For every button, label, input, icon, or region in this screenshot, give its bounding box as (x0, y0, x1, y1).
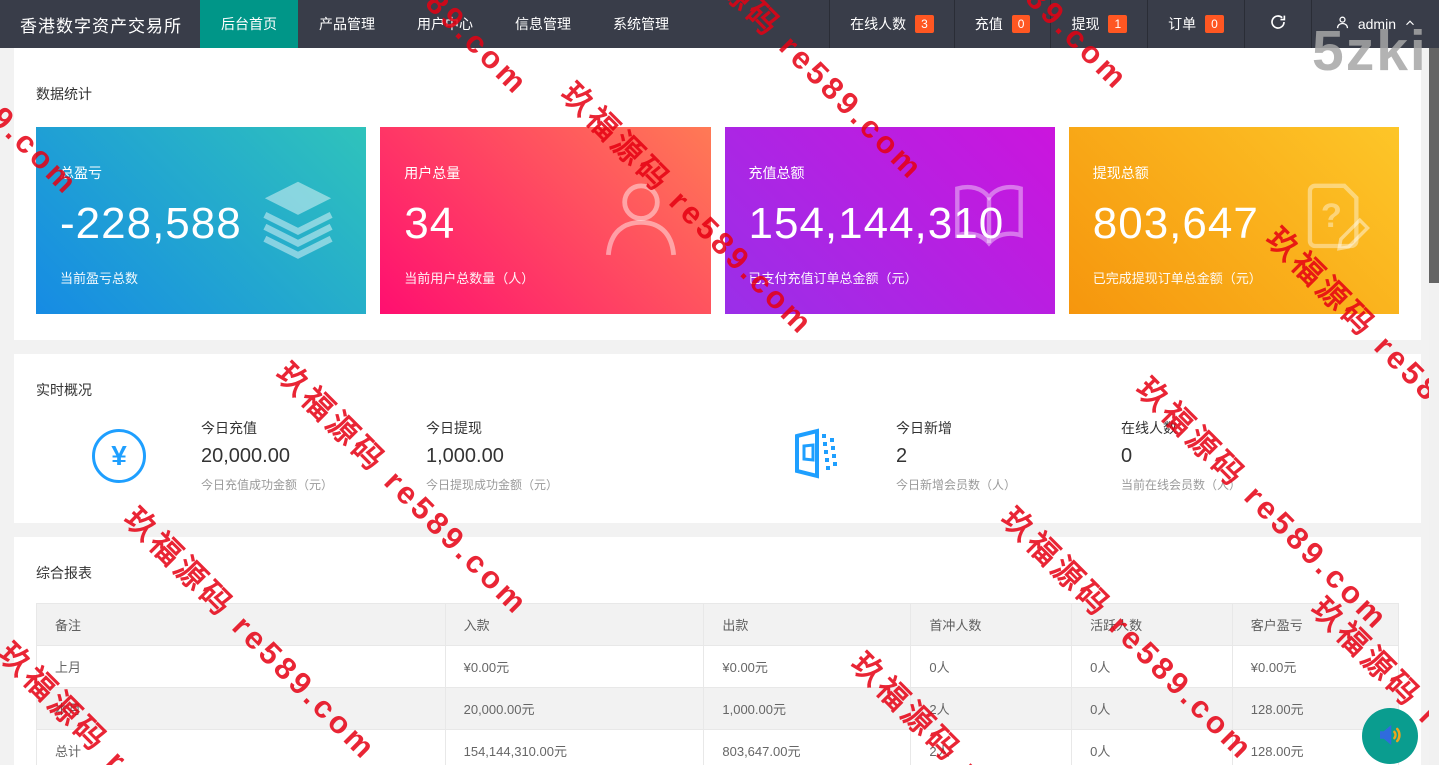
nav-status-withdraw[interactable]: 提现 1 (1050, 0, 1147, 48)
layers-icon (252, 172, 344, 269)
nav-tab-home[interactable]: 后台首页 (200, 0, 298, 48)
cell: 本月 (37, 688, 446, 730)
refresh-button[interactable] (1244, 0, 1311, 48)
cell: 2人 (911, 730, 1072, 765)
user-menu[interactable]: admin (1311, 0, 1439, 48)
cell: ¥0.00元 (445, 646, 704, 688)
report-panel-title: 综合报表 (36, 563, 1399, 583)
realtime-panel: 实时概况 ¥ 今日充值 20,000.00 今日充值成功金额（元） 今日提现 1… (14, 354, 1421, 523)
nav-right: 在线人数 3 充值 0 提现 1 订单 0 admin (829, 0, 1439, 48)
cell: 20,000.00元 (445, 688, 704, 730)
nav-tab-info[interactable]: 信息管理 (494, 0, 592, 48)
nav-tabs: 后台首页 产品管理 用户中心 信息管理 系统管理 (200, 0, 690, 48)
cell: 上月 (37, 646, 446, 688)
cell: 0人 (1072, 730, 1233, 765)
col-header: 备注 (37, 604, 446, 646)
col-header: 入款 (445, 604, 704, 646)
book-icon (945, 174, 1033, 267)
realtime-stat-withdraw: 今日提现 1,000.00 今日提现成功金额（元） (426, 418, 596, 493)
stat-cards: 总盈亏 -228,588 当前盈亏总数 用户总量 34 当前用户总数量（人） 充… (36, 127, 1399, 314)
vertical-scrollbar[interactable] (1429, 48, 1439, 765)
realtime-panel-title: 实时概况 (36, 380, 1399, 400)
nav-status-orders[interactable]: 订单 0 (1147, 0, 1244, 48)
scrollbar-thumb[interactable] (1429, 48, 1439, 283)
nav-tab-user-center[interactable]: 用户中心 (396, 0, 494, 48)
cell: 0人 (1072, 688, 1233, 730)
stats-panel: 数据统计 总盈亏 -228,588 当前盈亏总数 用户总量 34 当前用户总数量… (14, 48, 1421, 340)
col-header: 首冲人数 (911, 604, 1072, 646)
cell: 154,144,310.00元 (445, 730, 704, 765)
cell: ¥0.00元 (1232, 646, 1398, 688)
stat-card-caption: 已完成提现订单总金额（元） (1093, 268, 1375, 287)
table-row-last-month: 上月 ¥0.00元 ¥0.00元 0人 0人 ¥0.00元 (37, 646, 1399, 688)
nav-status-online[interactable]: 在线人数 3 (829, 0, 954, 48)
stat-card-total-profit: 总盈亏 -228,588 当前盈亏总数 (36, 127, 366, 314)
realtime-stat-recharge: 今日充值 20,000.00 今日充值成功金额（元） (201, 418, 371, 493)
nav-status-recharge[interactable]: 充值 0 (954, 0, 1051, 48)
col-header: 出款 (704, 604, 911, 646)
order-count-badge: 0 (1205, 15, 1224, 33)
brand-title: 香港数字资产交易所 (0, 0, 200, 48)
cell: 1,000.00元 (704, 688, 911, 730)
svg-text:?: ? (1321, 197, 1342, 235)
realtime-stat-new-members: 今日新增 2 今日新增会员数（人） (896, 418, 1066, 493)
cell: 总计 (37, 730, 446, 765)
user-icon (1334, 14, 1351, 34)
user-outline-icon (593, 170, 689, 271)
cell: 0人 (1072, 646, 1233, 688)
cell: ¥0.00元 (704, 646, 911, 688)
chevron-up-icon (1403, 16, 1417, 33)
realtime-row: ¥ 今日充值 20,000.00 今日充值成功金额（元） 今日提现 1,000.… (36, 418, 1399, 493)
nav-tab-system[interactable]: 系统管理 (592, 0, 690, 48)
withdraw-count-badge: 1 (1108, 15, 1127, 33)
realtime-stat-online: 在线人数 0 当前在线会员数（人） (1121, 418, 1291, 493)
col-header: 活跃人数 (1072, 604, 1233, 646)
report-header-row: 备注 入款 出款 首冲人数 活跃人数 客户盈亏 (37, 604, 1399, 646)
stat-card-caption: 当前盈亏总数 (60, 268, 342, 287)
recharge-count-badge: 0 (1012, 15, 1031, 33)
stat-card-total-withdraw: 提现总额 803,647 已完成提现订单总金额（元） ? (1069, 127, 1399, 314)
online-count-badge: 3 (915, 15, 934, 33)
stat-card-total-recharge: 充值总额 154,144,310 已支付充值订单总金额（元） (725, 127, 1055, 314)
report-panel: 综合报表 备注 入款 出款 首冲人数 活跃人数 客户盈亏 上月 ¥0. (14, 537, 1421, 765)
stats-panel-title: 数据统计 (36, 84, 1399, 104)
speaker-icon (1375, 720, 1405, 753)
col-header: 客户盈亏 (1232, 604, 1398, 646)
table-row-total: 总计 154,144,310.00元 803,647.00元 2人 0人 128… (37, 730, 1399, 765)
cell: 0人 (911, 646, 1072, 688)
nav-tab-products[interactable]: 产品管理 (298, 0, 396, 48)
stat-card-caption: 已支付充值订单总金额（元） (749, 268, 1031, 287)
yen-circle-icon: ¥ (92, 429, 146, 483)
top-nav: 香港数字资产交易所 后台首页 产品管理 用户中心 信息管理 系统管理 在线人数 … (0, 0, 1439, 48)
report-table: 备注 入款 出款 首冲人数 活跃人数 客户盈亏 上月 ¥0.00元 ¥0.00元… (36, 603, 1399, 765)
main-content: 数据统计 总盈亏 -228,588 当前盈亏总数 用户总量 34 当前用户总数量… (0, 48, 1439, 765)
refresh-icon (1269, 13, 1287, 36)
username: admin (1358, 16, 1396, 32)
sound-fab[interactable] (1362, 708, 1418, 764)
building-icon (785, 425, 841, 486)
doc-edit-icon: ? (1291, 175, 1377, 266)
cell: 803,647.00元 (704, 730, 911, 765)
stat-card-total-users: 用户总量 34 当前用户总数量（人） (380, 127, 710, 314)
table-row-this-month: 本月 20,000.00元 1,000.00元 2人 0人 128.00元 (37, 688, 1399, 730)
cell: 2人 (911, 688, 1072, 730)
